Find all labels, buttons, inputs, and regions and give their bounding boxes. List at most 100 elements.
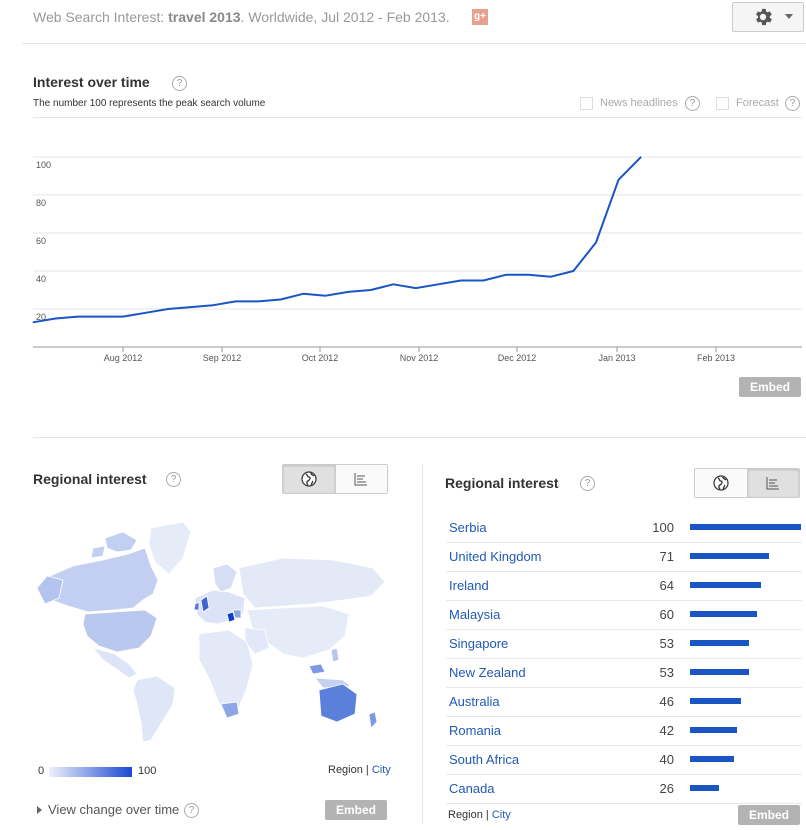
view-change-help-icon[interactable]: ? — [184, 803, 199, 818]
data-point — [32, 321, 34, 323]
list-icon — [766, 477, 780, 490]
embed-button[interactable]: Embed — [739, 377, 801, 397]
data-point — [505, 274, 507, 276]
region-value: 42 — [659, 723, 674, 738]
data-point — [482, 280, 484, 281]
list-item[interactable]: Singapore 53 — [446, 629, 802, 659]
region-value: 71 — [659, 549, 674, 564]
map-scandinavia — [212, 563, 238, 593]
data-point — [550, 276, 552, 278]
region-link[interactable]: Region — [328, 764, 363, 776]
data-point — [415, 287, 417, 289]
list-list-view-button[interactable] — [747, 469, 799, 497]
data-point — [212, 304, 214, 306]
view-change-link[interactable]: View change over time — [37, 802, 179, 817]
data-point — [122, 316, 124, 318]
x-tick-label: Dec 2012 — [498, 353, 537, 363]
legend-gradient — [49, 767, 132, 777]
view-change-label: View change over time — [48, 802, 180, 817]
x-tick-label: Oct 2012 — [302, 353, 339, 363]
list-item[interactable]: South Africa 40 — [446, 745, 802, 775]
x-tick-label: Aug 2012 — [104, 353, 143, 363]
list-item[interactable]: New Zealand 53 — [446, 658, 802, 688]
section-divider — [33, 437, 806, 438]
data-point — [302, 293, 304, 295]
map-greenland — [148, 521, 192, 575]
panel-divider — [422, 464, 423, 824]
region-bar — [690, 698, 741, 704]
region-name[interactable]: Ireland — [449, 578, 489, 593]
data-point — [145, 312, 147, 314]
map-malaysia — [308, 663, 326, 675]
region-name[interactable]: Australia — [449, 694, 500, 709]
data-point — [55, 318, 56, 319]
data-point — [460, 280, 462, 281]
list-map-view-button[interactable] — [695, 469, 747, 497]
region-bar — [690, 785, 719, 791]
map-ireland — [193, 601, 200, 611]
list-item[interactable]: United Kingdom 71 — [446, 542, 802, 572]
triangle-right-icon — [37, 806, 42, 814]
region-value: 64 — [659, 578, 674, 593]
region-value: 26 — [659, 781, 674, 796]
map-australia — [318, 683, 358, 723]
data-point — [347, 291, 349, 293]
list-item[interactable]: Serbia 100 — [446, 513, 802, 543]
data-point — [618, 179, 619, 181]
region-name[interactable]: New Zealand — [449, 665, 526, 680]
map-russia — [238, 557, 386, 609]
list-view-toggle — [694, 468, 800, 498]
legend-min: 0 — [38, 765, 45, 777]
region-bar — [690, 756, 734, 762]
data-point — [595, 242, 597, 243]
region-name[interactable]: Serbia — [449, 520, 487, 535]
data-point — [190, 306, 192, 308]
y-tick-label: 100 — [36, 160, 51, 170]
region-bar — [690, 640, 749, 646]
y-tick-label: 60 — [36, 236, 46, 246]
region-name[interactable]: Romania — [449, 723, 501, 738]
series-line — [32, 156, 642, 324]
region-name[interactable]: Singapore — [449, 636, 508, 651]
x-tick-label: Sep 2012 — [203, 353, 242, 363]
list-item[interactable]: Romania 42 — [446, 716, 802, 746]
list-city-link[interactable]: City — [492, 809, 511, 821]
region-name[interactable]: Malaysia — [449, 607, 500, 622]
list-view-button[interactable] — [335, 465, 387, 493]
region-bar — [690, 727, 737, 733]
list-region-city-switch: Region | City — [448, 809, 511, 821]
region-bar — [690, 553, 769, 559]
list-embed-button[interactable]: Embed — [738, 805, 800, 825]
map-view-button[interactable] — [283, 465, 335, 493]
list-item[interactable]: Ireland 64 — [446, 571, 802, 601]
region-value: 60 — [659, 607, 674, 622]
region-name[interactable]: United Kingdom — [449, 549, 542, 564]
region-name[interactable]: South Africa — [449, 752, 519, 767]
data-point — [437, 283, 439, 285]
list-item[interactable]: Malaysia 60 — [446, 600, 802, 630]
list-region-link[interactable]: Region — [448, 809, 483, 821]
data-point — [325, 295, 327, 297]
map-embed-button[interactable]: Embed — [325, 800, 387, 820]
x-tick-label: Jan 2013 — [598, 353, 635, 363]
region-value: 100 — [652, 520, 674, 535]
data-point — [257, 300, 259, 302]
map-south-africa — [220, 701, 240, 719]
region-bar — [690, 669, 749, 675]
data-point — [280, 299, 282, 300]
world-map[interactable] — [33, 518, 393, 748]
region-name[interactable]: Canada — [449, 781, 495, 796]
city-link[interactable]: City — [372, 764, 391, 776]
regional-list-title: Regional interest — [445, 475, 559, 491]
globe-icon — [713, 475, 729, 491]
regional-list-help-icon[interactable]: ? — [580, 476, 595, 491]
region-bar — [690, 524, 801, 530]
data-point — [572, 270, 574, 272]
list-item[interactable]: Australia 46 — [446, 687, 802, 717]
data-point — [640, 156, 642, 158]
data-point — [527, 274, 529, 276]
list-item[interactable]: Canada 26 — [446, 774, 802, 804]
regional-help-icon[interactable]: ? — [166, 472, 181, 487]
globe-icon — [301, 471, 317, 487]
map-new-zealand — [368, 711, 378, 729]
